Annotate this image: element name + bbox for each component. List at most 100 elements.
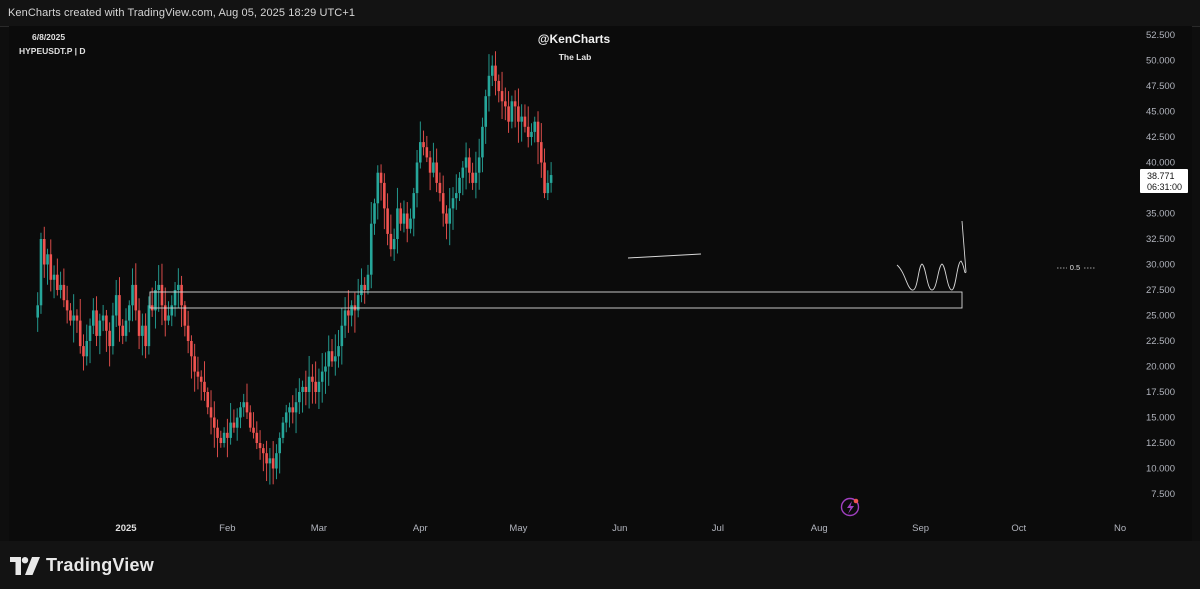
price-axis[interactable]: 52.500 50.000 47.500 45.000 42.500 40.000 35.0…: [1146, 30, 1175, 500]
candle-body: [170, 305, 174, 316]
time-tick-label: Oct: [1011, 523, 1026, 534]
candle-body: [193, 356, 196, 372]
candle-body: [464, 157, 468, 168]
candle-body: [199, 376, 203, 382]
symbol-label[interactable]: HYPEUSDT.P | D: [19, 46, 85, 56]
candle-body: [435, 162, 438, 183]
candle-body: [389, 233, 393, 250]
price-tick-label: 52.500: [1146, 30, 1175, 41]
candle-body: [504, 101, 507, 107]
candle-body: [105, 315, 108, 331]
candle-body: [543, 162, 546, 194]
candle-body: [320, 371, 324, 382]
candle-body: [405, 213, 409, 229]
candle-body: [137, 310, 141, 336]
candle-body: [212, 417, 216, 428]
last-price-value: 38.771: [1147, 171, 1175, 181]
candle-body: [111, 315, 115, 347]
candle-body: [458, 177, 461, 194]
candle-body: [481, 126, 484, 158]
candle-body: [82, 346, 85, 357]
subtitle-label: The Lab: [559, 52, 592, 62]
candle-body: [507, 106, 510, 122]
trendline[interactable]: [627, 253, 702, 259]
support-zone-box[interactable]: [149, 291, 963, 309]
candle-body: [402, 213, 406, 224]
candle-body: [513, 101, 517, 107]
candle-body: [327, 351, 331, 367]
candle-body: [490, 65, 494, 76]
candle-body: [101, 315, 105, 321]
candle-body: [530, 131, 533, 137]
candle-body: [271, 458, 275, 469]
candle-body: [167, 315, 170, 321]
candle-body: [432, 162, 435, 173]
candle-body: [59, 284, 62, 290]
candle-body: [265, 453, 268, 464]
candle-body: [484, 96, 487, 127]
candle-body: [520, 116, 523, 122]
candle-body: [549, 175, 553, 183]
price-tick-label: 7.500: [1151, 489, 1175, 500]
replay-lightning-icon[interactable]: [840, 497, 860, 517]
candle-body: [216, 427, 219, 438]
candle-body: [229, 422, 232, 438]
candle-body: [526, 126, 530, 137]
candle-body: [98, 320, 102, 336]
candle-body: [52, 274, 56, 280]
candle-body: [510, 101, 514, 122]
price-tick-label: 17.500: [1146, 387, 1175, 398]
price-tick-label: 20.000: [1146, 362, 1175, 373]
candle-body: [386, 208, 389, 234]
candle-body: [500, 91, 504, 102]
candle-body: [419, 142, 422, 163]
candle-body: [471, 172, 474, 183]
projection-path[interactable]: [896, 220, 967, 291]
candle-body: [373, 203, 376, 224]
author-label: @KenCharts: [538, 32, 611, 46]
candle-body: [376, 172, 380, 204]
candles-layer: [36, 51, 553, 485]
candle-body: [533, 121, 537, 132]
chart-panel[interactable]: 6/8/2025 HYPEUSDT.P | D @KenCharts The L…: [9, 26, 1192, 541]
candle-body: [399, 208, 402, 224]
candle-body: [252, 427, 255, 433]
candle-body: [42, 239, 46, 265]
candle-body: [291, 407, 295, 413]
time-axis[interactable]: 2025 Feb Mar Apr May Jun Jul Aug Sep Oct No: [115, 523, 1126, 534]
candle-body: [118, 295, 121, 326]
price-tick-label: 35.000: [1146, 209, 1175, 220]
candle-body: [307, 376, 311, 392]
candle-body: [127, 305, 131, 321]
attribution-text: KenCharts created with TradingView.com, …: [8, 7, 356, 19]
price-tick-label: 15.000: [1146, 413, 1175, 424]
candle-body: [154, 290, 157, 311]
chart-date-label: 6/8/2025: [32, 32, 65, 42]
candle-body: [69, 310, 72, 321]
candle-body: [317, 381, 321, 392]
candle-body: [206, 392, 210, 408]
candle-body: [494, 65, 497, 81]
candle-body: [219, 437, 223, 443]
price-tick-label: 10.000: [1146, 464, 1175, 475]
candle-body: [209, 407, 213, 418]
candle-body: [477, 157, 481, 173]
candle-body: [337, 346, 340, 357]
candle-body: [235, 417, 239, 428]
candle-body: [160, 284, 164, 306]
candle-body: [324, 366, 327, 372]
candle-body: [539, 142, 543, 163]
time-tick-label: May: [509, 523, 527, 534]
candle-body: [121, 325, 125, 336]
candle-body: [523, 116, 527, 127]
candle-body: [461, 167, 465, 178]
candle-body: [278, 437, 281, 454]
tradingview-brand[interactable]: TradingView: [10, 555, 154, 576]
candle-body: [114, 295, 118, 316]
candle-body: [124, 320, 128, 336]
candle-body: [301, 386, 304, 392]
price-chart[interactable]: 6/8/2025 HYPEUSDT.P | D @KenCharts The L…: [9, 26, 1192, 541]
candle-body: [412, 193, 416, 219]
price-tick-label: 27.500: [1146, 285, 1175, 296]
candle-body: [454, 193, 458, 199]
